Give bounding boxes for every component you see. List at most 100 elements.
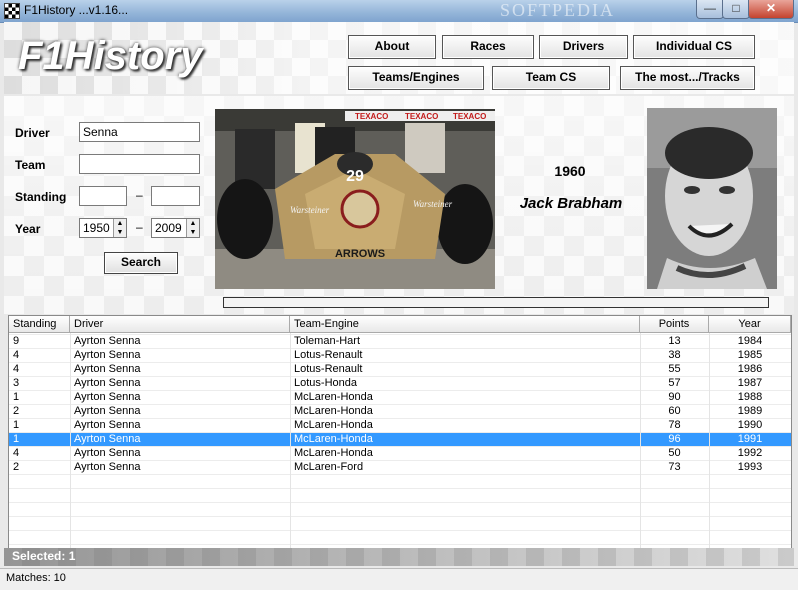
driver-input[interactable]: Senna [79,122,200,142]
cell-points: 78 [668,419,681,431]
table-row[interactable]: 1 Ayrton Senna McLaren-Honda 78 1990 [9,418,791,432]
standing-label: Standing [15,190,67,204]
cell-year: 1991 [737,433,763,445]
status-bar: Matches: 10 [0,568,798,590]
table-row[interactable]: 2 Ayrton Senna McLaren-Ford 73 1993 [9,460,791,474]
team-input[interactable] [79,154,200,174]
cell-team: Toleman-Hart [294,335,361,347]
cell-points: 13 [668,335,681,347]
cell-team: McLaren-Honda [294,419,373,431]
column-header-year[interactable]: Year [709,316,791,333]
cell-points: 55 [668,363,681,375]
cell-team: McLaren-Honda [294,433,373,445]
individual-cs-button[interactable]: Individual CS [633,35,755,59]
texaco-sign-text-3: TEXACO [453,112,486,121]
year-from-value: 1950 [83,221,110,235]
cell-driver: Ayrton Senna [74,377,141,389]
cell-standing: 9 [13,335,20,347]
cell-driver: Ayrton Senna [74,349,141,361]
cell-standing: 4 [13,349,20,361]
minimize-button[interactable]: — [696,0,724,19]
cell-year: 1993 [737,461,763,473]
cell-year: 1988 [737,391,763,403]
cell-points: 57 [668,377,681,389]
cell-points: 38 [668,349,681,361]
table-row[interactable]: 3 Ayrton Senna Lotus-Honda 57 1987 [9,376,791,390]
cell-standing: 1 [13,419,20,431]
champion-name: Jack Brabham [519,195,623,212]
teams-engines-button[interactable]: Teams/Engines [348,66,484,90]
cell-driver: Ayrton Senna [74,461,141,473]
champion-year: 1960 [554,163,586,179]
cell-standing: 2 [13,461,20,473]
warsteiner-text-right: Warsteiner [413,199,453,209]
drivers-button[interactable]: Drivers [539,35,628,59]
table-row[interactable]: 4 Ayrton Senna Lotus-Renault 55 1986 [9,362,791,376]
selection-bar: Selected: 1 [4,548,794,566]
spinner-arrows-icon[interactable]: ▲ ▼ [186,219,199,237]
column-header-points[interactable]: Points [640,316,709,333]
cell-standing: 2 [13,405,20,417]
table-row[interactable]: 4 Ayrton Senna McLaren-Honda 50 1992 [9,446,791,460]
matches-count: Matches: 10 [6,572,66,584]
cell-year: 1992 [737,447,763,459]
cell-year: 1987 [737,377,763,389]
cell-driver: Ayrton Senna [74,363,141,375]
cell-points: 90 [668,391,681,403]
cell-driver: Ayrton Senna [74,419,141,431]
cell-standing: 4 [13,447,20,459]
cell-driver: Ayrton Senna [74,433,141,445]
results-table[interactable]: Standing Driver Team-Engine Points Year … [8,315,792,549]
about-button[interactable]: About [348,35,436,59]
app-window: F1History ...v1.16... SOFTPEDIA — □ ✕ F1… [0,0,798,590]
cell-points: 50 [668,447,681,459]
maximize-button[interactable]: □ [722,0,750,19]
progress-bar [223,297,769,308]
cell-year: 1986 [737,363,763,375]
cell-team: Lotus-Renault [294,349,363,361]
warsteiner-text-left: Warsteiner [290,205,330,215]
table-row[interactable]: 9 Ayrton Senna Toleman-Hart 13 1984 [9,334,791,348]
f1-car-image: TEXACO TEXACO TEXACO 29 ARROWS Warsteine… [215,109,495,289]
races-button[interactable]: Races [442,35,534,59]
cell-year: 1990 [737,419,763,431]
table-row[interactable]: 1 Ayrton Senna McLaren-Honda 96 1991 [9,432,791,446]
cell-driver: Ayrton Senna [74,405,141,417]
cell-team: McLaren-Ford [294,461,364,473]
year-to-spinner[interactable]: 2009 ▲ ▼ [151,218,200,238]
the-most-tracks-button[interactable]: The most.../Tracks [620,66,755,90]
close-button[interactable]: ✕ [748,0,794,19]
table-row[interactable]: 4 Ayrton Senna Lotus-Renault 38 1985 [9,348,791,362]
table-row[interactable]: 1 Ayrton Senna McLaren-Honda 90 1988 [9,390,791,404]
cell-standing: 3 [13,377,20,389]
cell-team: McLaren-Honda [294,447,373,459]
column-header-driver[interactable]: Driver [70,316,290,333]
window-title: F1History ...v1.16... [24,3,129,17]
arrows-team-text: ARROWS [335,248,385,260]
checkered-flag-icon [4,3,20,19]
cell-standing: 1 [13,391,20,403]
table-row[interactable]: 2 Ayrton Senna McLaren-Honda 60 1989 [9,404,791,418]
selected-count: Selected: 1 [12,549,76,563]
cell-points: 73 [668,461,681,473]
cell-standing: 4 [13,363,20,375]
year-to-value: 2009 [155,221,182,235]
standing-from-input[interactable] [79,186,127,206]
cell-team: Lotus-Honda [294,377,357,389]
cell-driver: Ayrton Senna [74,391,141,403]
title-bar[interactable]: F1History ...v1.16... SOFTPEDIA — □ ✕ [0,0,798,23]
cell-team: McLaren-Honda [294,391,373,403]
year-from-spinner[interactable]: 1950 ▲ ▼ [79,218,127,238]
cell-driver: Ayrton Senna [74,335,141,347]
team-cs-button[interactable]: Team CS [492,66,610,90]
search-button[interactable]: Search [104,252,178,274]
softpedia-watermark: SOFTPEDIA [500,0,616,20]
column-header-team-engine[interactable]: Team-Engine [290,316,640,333]
spinner-arrows-icon[interactable]: ▲ ▼ [113,219,126,237]
cell-year: 1989 [737,405,763,417]
car-number-text: 29 [346,168,364,185]
cell-year: 1984 [737,335,763,347]
texaco-sign-text-2: TEXACO [405,112,438,121]
column-header-standing[interactable]: Standing [9,316,70,333]
standing-to-input[interactable] [151,186,200,206]
